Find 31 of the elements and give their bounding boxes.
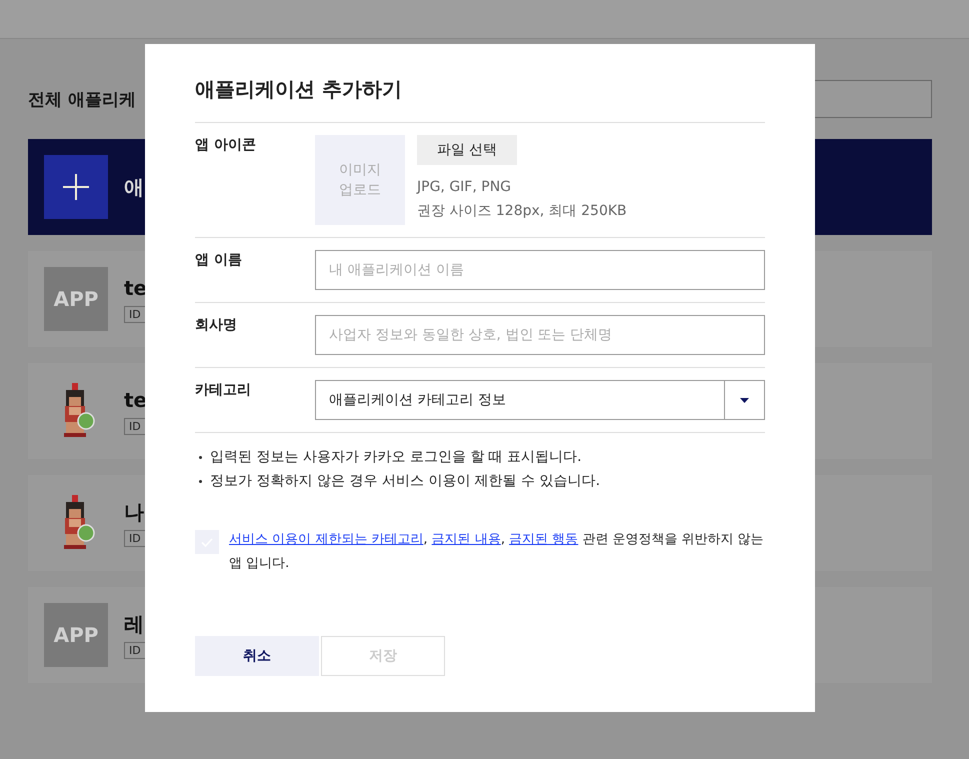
page-title: 전체 애플리케 bbox=[28, 88, 136, 110]
dialog-title: 애플리케이션 추가하기 bbox=[195, 74, 765, 123]
bullet-icon bbox=[199, 456, 202, 459]
category-dropdown[interactable]: 애플리케이션 카테고리 정보 bbox=[315, 380, 765, 420]
policy-link[interactable]: 서비스 이용이 제한되는 카테고리 bbox=[229, 532, 424, 547]
field-label: 앱 이름 bbox=[195, 251, 243, 270]
plus-icon bbox=[44, 155, 108, 219]
cancel-button[interactable]: 취소 bbox=[195, 636, 319, 676]
policy-link[interactable]: 금지된 행동 bbox=[509, 532, 578, 547]
app-placeholder-icon: APP bbox=[44, 267, 108, 331]
dropdown-value: 애플리케이션 카테고리 정보 bbox=[328, 391, 507, 409]
field-label: 카테고리 bbox=[195, 381, 252, 400]
file-select-button[interactable]: 파일 선택 bbox=[417, 135, 517, 165]
add-app-label: 애 bbox=[124, 174, 144, 200]
note-text: 입력된 정보는 사용자가 카카오 로그인을 할 때 표시됩니다. bbox=[210, 448, 582, 467]
field-label: 앱 아이콘 bbox=[195, 136, 257, 155]
app-name: 나 bbox=[124, 500, 145, 524]
note-text: 정보가 정확하지 않은 경우 서비스 이용이 제한될 수 있습니다. bbox=[210, 472, 600, 491]
app-name: te bbox=[124, 388, 148, 412]
app-name: te bbox=[124, 276, 148, 300]
app-placeholder-icon: APP bbox=[44, 603, 108, 667]
field-label: 회사명 bbox=[195, 316, 238, 335]
format-hint: JPG, GIF, PNG bbox=[417, 178, 512, 197]
caret-icon bbox=[740, 398, 749, 402]
input-field[interactable]: 내 애플리케이션 이름 bbox=[315, 250, 765, 290]
policy-link[interactable]: 금지된 내용 bbox=[432, 532, 501, 547]
app-name: 레 bbox=[124, 612, 145, 636]
consent-text: 서비스 이용이 제한되는 카테고리, 금지된 내용, 금지된 행동 관련 운영정책을 위반하지 않는 앱 입니다. bbox=[229, 531, 765, 573]
size-hint: 권장 사이즈 128px, 최대 250KB bbox=[417, 202, 627, 221]
bullet-icon bbox=[199, 480, 202, 483]
input-field[interactable]: 사업자 정보와 동일한 상호, 법인 또는 단체명 bbox=[315, 315, 765, 355]
